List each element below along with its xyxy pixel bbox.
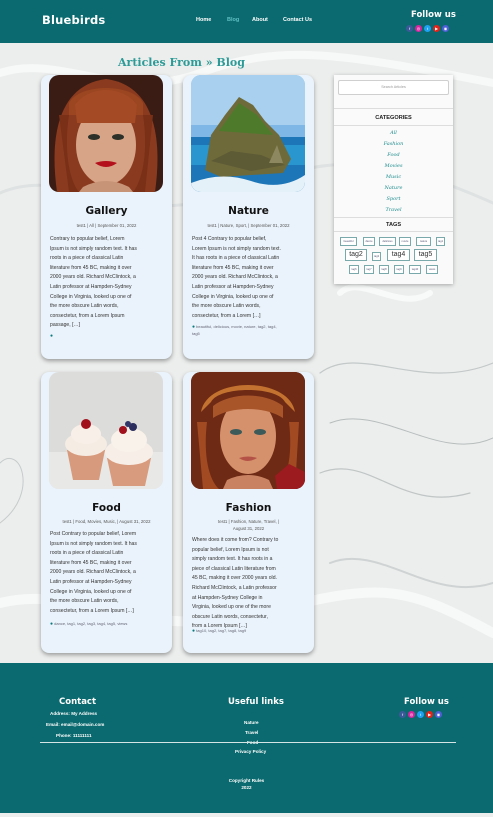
post-excerpt: Where does it come from? Contrary to popu…	[192, 537, 279, 630]
sidebar: Search Articles CATEGORIES All Fashion F…	[334, 75, 453, 284]
footer-divider	[40, 742, 456, 743]
footer-link-blog[interactable]: Blog	[248, 710, 258, 715]
nav-about[interactable]: About	[252, 17, 268, 23]
twitter-icon[interactable]: t	[424, 25, 431, 32]
nav-home[interactable]: Home	[196, 17, 211, 23]
tags-title: TAGS	[385, 222, 402, 228]
tag-icon: ●	[192, 324, 196, 330]
tag-tag7[interactable]: tag7	[364, 265, 374, 274]
post-image-nature[interactable]	[191, 75, 305, 192]
post-card-food[interactable]: Food test1 | Food, Movies, Music, | Augu…	[41, 372, 172, 653]
site-header: Bluebirds Home Blog About Contact Us Fol…	[0, 0, 493, 43]
tag-views[interactable]: views	[426, 265, 438, 274]
tag-tag2[interactable]: tag2	[345, 249, 367, 261]
tag-icon: ●	[192, 628, 196, 634]
page-title: Articles From » Blog	[118, 56, 245, 69]
post-image-food[interactable]	[49, 372, 163, 489]
post-excerpt: Post Contrary to popular belief, Lorem Ip…	[50, 531, 137, 614]
footer-contact-title: Contact	[59, 697, 97, 707]
facebook-icon[interactable]: f	[399, 711, 406, 718]
tag-beautiful[interactable]: beautiful	[340, 237, 357, 246]
footer-email[interactable]: Email: email@domain.com	[46, 722, 104, 727]
category-travel[interactable]: Travel	[334, 207, 453, 213]
divider	[334, 217, 453, 218]
category-music[interactable]: Music	[334, 174, 453, 180]
tag-tag1[interactable]: tag1	[436, 237, 445, 246]
youtube-icon[interactable]: ▶	[433, 25, 440, 32]
divider	[334, 125, 453, 126]
tag-tag10[interactable]: tag10	[409, 265, 421, 274]
nav-blog[interactable]: Blog	[227, 17, 239, 23]
site-logo[interactable]: Bluebirds	[42, 13, 105, 27]
post-image-fashion[interactable]	[191, 372, 305, 489]
copyright-year: 2022	[241, 785, 252, 790]
tag-delicious[interactable]: delicious	[379, 237, 396, 246]
post-meta: test1 | Food, Movies, Music, | August 31…	[62, 519, 151, 524]
footer-link-nature[interactable]: Nature	[244, 720, 259, 725]
tag-tag3[interactable]: tag3	[372, 252, 381, 261]
nav-contact-us[interactable]: Contact Us	[283, 17, 312, 23]
post-title-food[interactable]: Food	[41, 502, 172, 514]
post-meta: test1 | Fashion, Nature, Travel, | August…	[218, 519, 279, 531]
categories-title: CATEGORIES	[375, 115, 412, 121]
post-card-nature[interactable]: Nature test1 | Nature, Sport, | Septembe…	[183, 75, 314, 359]
instagram-icon[interactable]: ◎	[408, 711, 415, 718]
tag-tag9[interactable]: tag9	[394, 265, 404, 274]
post-image-gallery[interactable]	[49, 75, 163, 192]
header-follow-title: Follow us	[411, 10, 456, 20]
divider	[334, 108, 453, 109]
youtube-icon[interactable]: ▶	[426, 711, 433, 718]
tag-tag4[interactable]: tag4	[387, 249, 410, 261]
copyright-line: Copyright Rules	[228, 778, 265, 783]
post-excerpt: Post 4 Contrary to popular belief, Lorem …	[192, 236, 281, 319]
footer-link-travel[interactable]: Travel	[245, 730, 258, 735]
tag-tag8[interactable]: tag8	[379, 265, 389, 274]
post-tags[interactable]: ● beautiful, delicious, movie, nature, t…	[192, 324, 304, 337]
footer-social-icons: f ◎ t ▶ ◉	[399, 711, 442, 718]
post-tags[interactable]: ● dance, tag1, tag2, tag3, tag4, tag5, v…	[50, 621, 162, 628]
post-excerpt: Contrary to popular belief, Lorem Ipsum i…	[50, 236, 137, 329]
tag-nature[interactable]: nature	[416, 237, 431, 246]
discord-icon[interactable]: ◉	[442, 25, 449, 32]
tag-dance[interactable]: dance	[363, 237, 375, 246]
footer-follow-title: Follow us	[404, 697, 449, 707]
tag-tag6[interactable]: tag6	[349, 265, 359, 274]
tag-movie[interactable]: movie	[399, 237, 411, 246]
instagram-icon[interactable]: ◎	[415, 25, 422, 32]
category-all[interactable]: All	[334, 130, 453, 136]
tag-tag5[interactable]: tag5	[414, 249, 437, 261]
site-footer: Contact Address: My Address Email: email…	[0, 663, 493, 813]
post-title-gallery[interactable]: Gallery	[41, 205, 172, 217]
category-fashion[interactable]: Fashion	[334, 141, 453, 147]
twitter-icon[interactable]: t	[417, 711, 424, 718]
post-tags[interactable]: ● tag10, tag2, tag7, tag8, tag9	[192, 628, 304, 635]
discord-icon[interactable]: ◉	[435, 711, 442, 718]
facebook-icon[interactable]: f	[406, 25, 413, 32]
category-sport[interactable]: Sport	[334, 196, 453, 202]
post-meta: test1 | Nature, Sport, | September 01, 2…	[207, 223, 290, 228]
footer-address: Address: My Address	[50, 711, 98, 716]
post-title-fashion[interactable]: Fashion	[183, 502, 314, 514]
post-title-nature[interactable]: Nature	[183, 205, 314, 217]
tag-icon: ●	[50, 333, 54, 339]
post-card-gallery[interactable]: Gallery test1 | All | September 01, 2022…	[41, 75, 172, 359]
footer-phone: Phone: 11111111	[56, 733, 92, 738]
tag-icon: ●	[50, 621, 54, 627]
footer-link-privacy-policy[interactable]: Privacy Policy	[235, 749, 266, 754]
footer-links-title: Useful links	[228, 697, 284, 707]
post-tags: ●	[50, 333, 162, 340]
category-nature[interactable]: Nature	[334, 185, 453, 191]
category-movies[interactable]: Movies	[334, 163, 453, 169]
search-input[interactable]: Search Articles	[338, 80, 449, 95]
post-card-fashion[interactable]: Fashion test1 | Fashion, Nature, Travel,…	[183, 372, 314, 653]
header-social-icons: f ◎ t ▶ ◉	[406, 25, 449, 32]
divider	[334, 231, 453, 232]
category-food[interactable]: Food	[334, 152, 453, 158]
post-meta: test1 | All | September 01, 2022	[76, 223, 137, 228]
